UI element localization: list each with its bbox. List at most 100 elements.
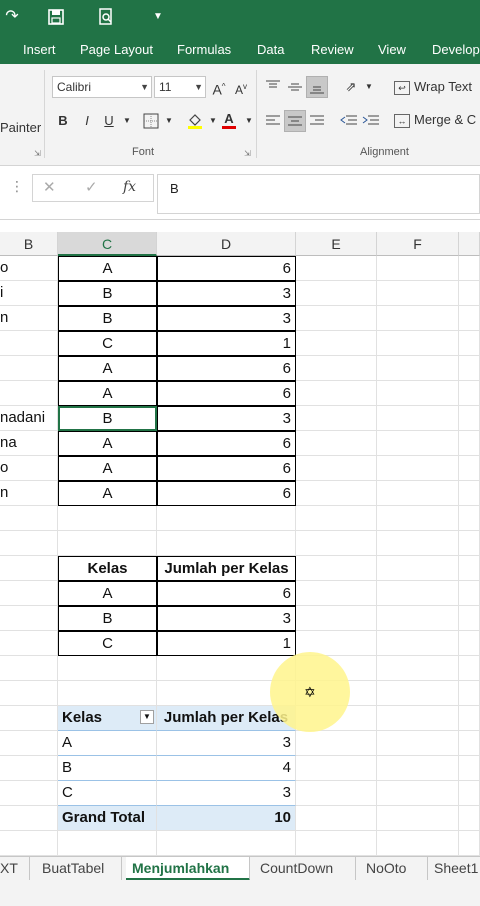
bold-button[interactable]: B: [52, 110, 74, 132]
grid-cell[interactable]: [459, 406, 480, 431]
column-header-d[interactable]: D: [157, 232, 296, 256]
grid-cell[interactable]: A: [58, 431, 157, 456]
grid-cell[interactable]: A: [58, 256, 157, 281]
grid-cell[interactable]: [296, 606, 377, 631]
grid-cell[interactable]: [296, 806, 377, 831]
tab-review[interactable]: Review: [311, 36, 354, 64]
grid-cell[interactable]: 6: [157, 431, 296, 456]
grid-cell[interactable]: [377, 381, 459, 406]
font-launcher-icon[interactable]: ⇲: [244, 149, 251, 158]
grid-cell[interactable]: [296, 556, 377, 581]
summary-header-kelas[interactable]: Kelas: [58, 556, 157, 581]
grid-cell[interactable]: [296, 406, 377, 431]
borders-dropdown[interactable]: ▼: [158, 110, 180, 132]
grid-cell[interactable]: [377, 306, 459, 331]
pivot-header-kelas[interactable]: Kelas ▼: [58, 706, 157, 731]
grid-cell[interactable]: [459, 481, 480, 506]
grid-cell[interactable]: n: [0, 481, 58, 506]
grid-cell[interactable]: [377, 706, 459, 731]
grid-cell[interactable]: [459, 606, 480, 631]
font-color-button[interactable]: A: [218, 108, 240, 130]
grid-cell[interactable]: [377, 756, 459, 781]
bottom-align-icon[interactable]: [306, 76, 328, 98]
save-icon[interactable]: [44, 6, 68, 28]
grid-cell[interactable]: [377, 281, 459, 306]
grid-cell[interactable]: [296, 431, 377, 456]
grid-cell[interactable]: [296, 756, 377, 781]
grid-cell[interactable]: [0, 606, 58, 631]
summary-cell-kelas[interactable]: A: [58, 581, 157, 606]
sheet-tab-countdown[interactable]: CountDown: [254, 857, 356, 881]
filter-dropdown-icon[interactable]: ▼: [140, 710, 154, 724]
summary-header-jumlah[interactable]: Jumlah per Kelas: [157, 556, 296, 581]
grid-cell[interactable]: nadani: [0, 406, 58, 431]
grid-cell[interactable]: [459, 456, 480, 481]
grid-cell[interactable]: 6: [157, 356, 296, 381]
grid-cell[interactable]: [377, 781, 459, 806]
grid-cell[interactable]: [296, 531, 377, 556]
grid-cell[interactable]: A: [58, 481, 157, 506]
tab-formulas[interactable]: Formulas: [177, 36, 231, 64]
pivot-cell-kelas[interactable]: A: [58, 731, 157, 756]
grid-cell[interactable]: 6: [157, 481, 296, 506]
grid-cell[interactable]: [459, 431, 480, 456]
grid-cell[interactable]: [296, 381, 377, 406]
tab-data[interactable]: Data: [257, 36, 284, 64]
grid-cell[interactable]: [459, 306, 480, 331]
grid-cell[interactable]: 3: [157, 306, 296, 331]
grid-cell[interactable]: [377, 831, 459, 856]
grid-cell[interactable]: [0, 381, 58, 406]
grid-cell[interactable]: [459, 506, 480, 531]
grid-cell[interactable]: n: [0, 306, 58, 331]
grid-cell[interactable]: [0, 756, 58, 781]
grid-cell[interactable]: [0, 331, 58, 356]
decrease-indent-icon[interactable]: [338, 110, 360, 132]
grid-cell[interactable]: [0, 731, 58, 756]
wrap-text-button[interactable]: ↩ Wrap Text: [394, 79, 472, 95]
grid-cell[interactable]: [296, 731, 377, 756]
grid-cell[interactable]: [296, 481, 377, 506]
align-center-icon[interactable]: [284, 110, 306, 132]
grid-cell[interactable]: [377, 656, 459, 681]
grid-cell[interactable]: C: [58, 331, 157, 356]
grid-cell[interactable]: [157, 506, 296, 531]
align-right-icon[interactable]: [306, 110, 328, 132]
customize-icon[interactable]: ▼: [146, 6, 170, 28]
grid-cell[interactable]: [459, 706, 480, 731]
grid-cell[interactable]: [459, 781, 480, 806]
grid-cell[interactable]: [58, 681, 157, 706]
grid-cell[interactable]: [157, 831, 296, 856]
grid-cell[interactable]: [0, 806, 58, 831]
grid-cell[interactable]: [296, 456, 377, 481]
grid-cell[interactable]: [377, 256, 459, 281]
top-align-icon[interactable]: [262, 76, 284, 98]
grid-cell[interactable]: [459, 681, 480, 706]
tab-insert[interactable]: Insert: [23, 36, 56, 64]
grid-cell[interactable]: A: [58, 356, 157, 381]
grid-cell[interactable]: [459, 281, 480, 306]
grid-cell[interactable]: [459, 806, 480, 831]
grid-cell[interactable]: [377, 481, 459, 506]
grid-cell[interactable]: [377, 681, 459, 706]
grid-cell[interactable]: [296, 506, 377, 531]
grid-cell[interactable]: [459, 631, 480, 656]
grid-cell[interactable]: 3: [157, 406, 296, 431]
grid-cell[interactable]: [377, 506, 459, 531]
summary-cell-kelas[interactable]: C: [58, 631, 157, 656]
summary-cell-jumlah[interactable]: 1: [157, 631, 296, 656]
underline-dropdown[interactable]: ▼: [116, 110, 138, 132]
pivot-cell-kelas[interactable]: C: [58, 781, 157, 806]
grid-cell[interactable]: [377, 631, 459, 656]
summary-cell-kelas[interactable]: B: [58, 606, 157, 631]
grid-cell[interactable]: [377, 406, 459, 431]
tab-home[interactable]: [0, 36, 12, 64]
orientation-dropdown[interactable]: ▼: [358, 76, 380, 98]
format-painter-button[interactable]: Painter: [0, 120, 41, 135]
grid-cell[interactable]: [0, 681, 58, 706]
grid-cell[interactable]: [377, 356, 459, 381]
grow-font-button[interactable]: A^: [208, 76, 230, 98]
grid-cell[interactable]: [296, 356, 377, 381]
grid-cell[interactable]: [0, 356, 58, 381]
tab-page-layout[interactable]: Page Layout: [80, 36, 153, 64]
italic-button[interactable]: I: [76, 110, 98, 132]
